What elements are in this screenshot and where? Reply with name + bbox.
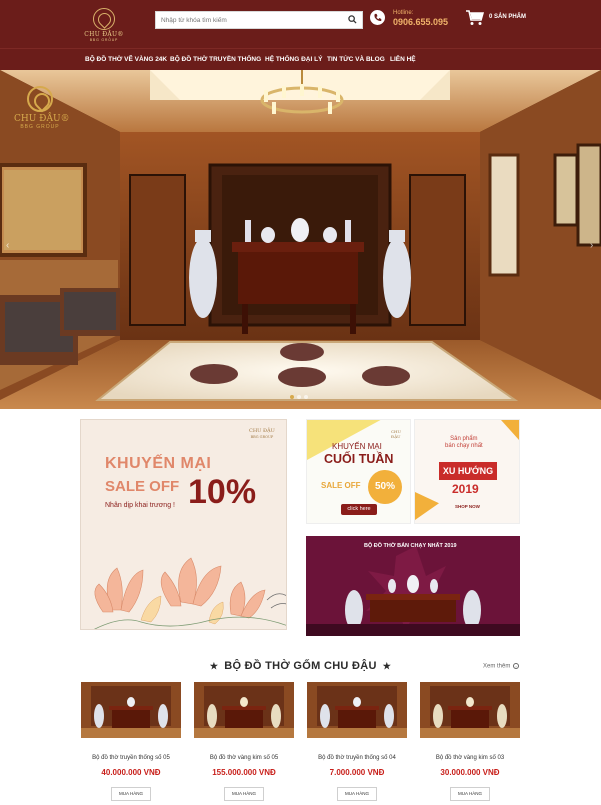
product-name[interactable]: Bộ đồ thờ vàng kim số 05 [194,755,294,761]
search-button[interactable] [344,12,362,28]
buy-button[interactable]: MUA HÀNG [450,787,490,801]
logo-brand: CHU ĐẬU® [84,31,124,38]
product-price: 30.000.000 VNĐ [440,768,500,777]
product-card[interactable]: Bộ đồ thờ truyền thống số 05 40.000.000 … [81,682,181,802]
product-image[interactable] [81,682,181,738]
header-bar: CHU ĐẬU® BBG GROUP Hotline: 0906.655.095… [0,0,601,48]
star-icon: ★ [382,661,392,671]
trend-banner-cta[interactable]: SHOP NOW [455,504,480,509]
hotline-label: Hotline: [393,10,414,16]
trend-banner-year: 2019 [452,482,479,496]
logo-group: BBG GROUP [89,38,119,42]
slider-dot[interactable] [297,395,301,399]
weekend-banner-sale-text: SALE OFF [321,481,361,490]
weekend-banner-logo: CHU ĐẬU [391,429,401,439]
hero-logo-group: BBG GROUP [20,124,60,130]
main-nav: BỘ ĐỒ THỜ VẼ VÀNG 24K BỘ ĐỒ THỜ TRUYỀN T… [0,48,601,70]
weekend-banner-percent: 50% [368,470,402,504]
product-price: 155.000.000 VNĐ [212,768,276,777]
product-name[interactable]: Bộ đồ thờ truyền thống số 04 [307,755,407,761]
sale-banner[interactable]: CHU ĐẬU BBG GROUP KHUYẾN MẠI SALE OFF 10… [80,419,287,630]
search-input[interactable] [156,12,344,28]
lotus-illustration [94,557,286,629]
hero-logo-brand: CHU ĐẬU® [14,114,70,124]
nav-item-dealers[interactable]: HỆ THỐNG ĐẠI LÝ [265,56,322,63]
sale-banner-percent: 10% [188,473,257,511]
nav-item-news-blog[interactable]: TIN TỨC VÀ BLOG [327,56,385,63]
search-box [155,11,363,29]
logo-icon [93,8,115,30]
see-more-label: Xem thêm [483,663,511,670]
trend-banner[interactable]: Sản phẩm bán chạy nhất XU HƯỚNG 2019 SHO… [414,419,520,524]
chevron-right-icon: › [513,663,520,669]
trend-banner-ribbon [415,492,439,520]
buy-button[interactable]: MUA HÀNG [111,787,151,801]
trend-banner-tag: XU HƯỚNG [439,462,497,480]
product-card[interactable]: Bộ đồ thờ vàng kim số 03 30.000.000 VNĐ … [420,682,520,802]
site-logo[interactable]: CHU ĐẬU® BBG GROUP [84,8,124,44]
nav-item-traditional[interactable]: BỘ ĐỒ THỜ TRUYỀN THỐNG [170,56,261,63]
sale-banner-logo-group: BBG GROUP [250,435,274,439]
hero-logo-icon [27,86,53,112]
slider-next-icon[interactable]: › [590,240,593,251]
cart-icon[interactable] [466,10,484,26]
product-card[interactable]: Bộ đồ thờ vàng kim số 05 155.000.000 VNĐ… [194,682,294,802]
sale-banner-logo: CHU ĐẬU BBG GROUP [249,428,275,440]
weekend-banner-button[interactable]: click here [341,504,377,515]
product-price: 40.000.000 VNĐ [101,768,161,777]
weekend-banner-line2: CUỐI TUẦN [324,452,394,466]
product-image[interactable] [420,682,520,738]
product-image[interactable] [194,682,294,738]
nav-item-gold-24k[interactable]: BỘ ĐỒ THỜ VẼ VÀNG 24K [85,56,167,63]
sale-banner-logo-text: CHU ĐẬU [249,428,275,434]
buy-button[interactable]: MUA HÀNG [337,787,377,801]
slider-dots [290,386,311,404]
slider-prev-icon[interactable]: ‹ [6,240,9,251]
hero-logo: CHU ĐẬU® BBG GROUP [14,86,70,130]
trend-banner-corner [501,420,519,440]
nav-item-contact[interactable]: LIÊN HỆ [390,56,416,63]
star-icon: ★ [209,661,219,671]
section-title-text: BỘ ĐỒ THỜ GỐM CHU ĐẬU [224,660,377,672]
product-image[interactable] [307,682,407,738]
bestseller-image [306,546,520,636]
slider-dot[interactable] [290,395,294,399]
product-price: 7.000.000 VNĐ [329,768,385,777]
product-card[interactable]: Bộ đồ thờ truyền thống số 04 7.000.000 V… [307,682,407,802]
see-more-link[interactable]: Xem thêm › [483,663,520,670]
trend-banner-line2: bán chạy nhất [445,443,483,449]
trend-banner-line1: Sản phẩm [450,436,478,442]
search-icon [348,15,357,24]
cart-count[interactable]: 0 SẢN PHẨM [489,14,526,20]
sale-banner-subtitle: Nhân dịp khai trương ! [105,502,175,509]
bestseller-banner[interactable]: BỘ ĐỒ THỜ BÁN CHẠY NHẤT 2019 [306,536,520,636]
product-name[interactable]: Bộ đồ thờ vàng kim số 03 [420,755,520,761]
sale-banner-sale-text: SALE OFF [105,478,180,495]
buy-button[interactable]: MUA HÀNG [224,787,264,801]
product-name[interactable]: Bộ đồ thờ truyền thống số 05 [81,755,181,761]
weekend-banner-line1: KHUYẾN MẠI [332,442,382,451]
hero-slider[interactable]: CHU ĐẬU® BBG GROUP ‹ › [0,70,601,409]
hotline-number[interactable]: 0906.655.095 [393,17,448,27]
trend-banner-caption: Sản phẩm bán chạy nhất [445,436,483,450]
hero-image [0,70,601,409]
slider-dot[interactable] [304,395,308,399]
sale-banner-title: KHUYẾN MẠI [105,455,212,472]
bestseller-banner-title: BỘ ĐỒ THỜ BÁN CHẠY NHẤT 2019 [364,543,457,549]
weekend-banner[interactable]: CHU ĐẬU KHUYẾN MẠI CUỐI TUẦN SALE OFF 50… [306,419,411,524]
phone-icon [370,10,385,25]
